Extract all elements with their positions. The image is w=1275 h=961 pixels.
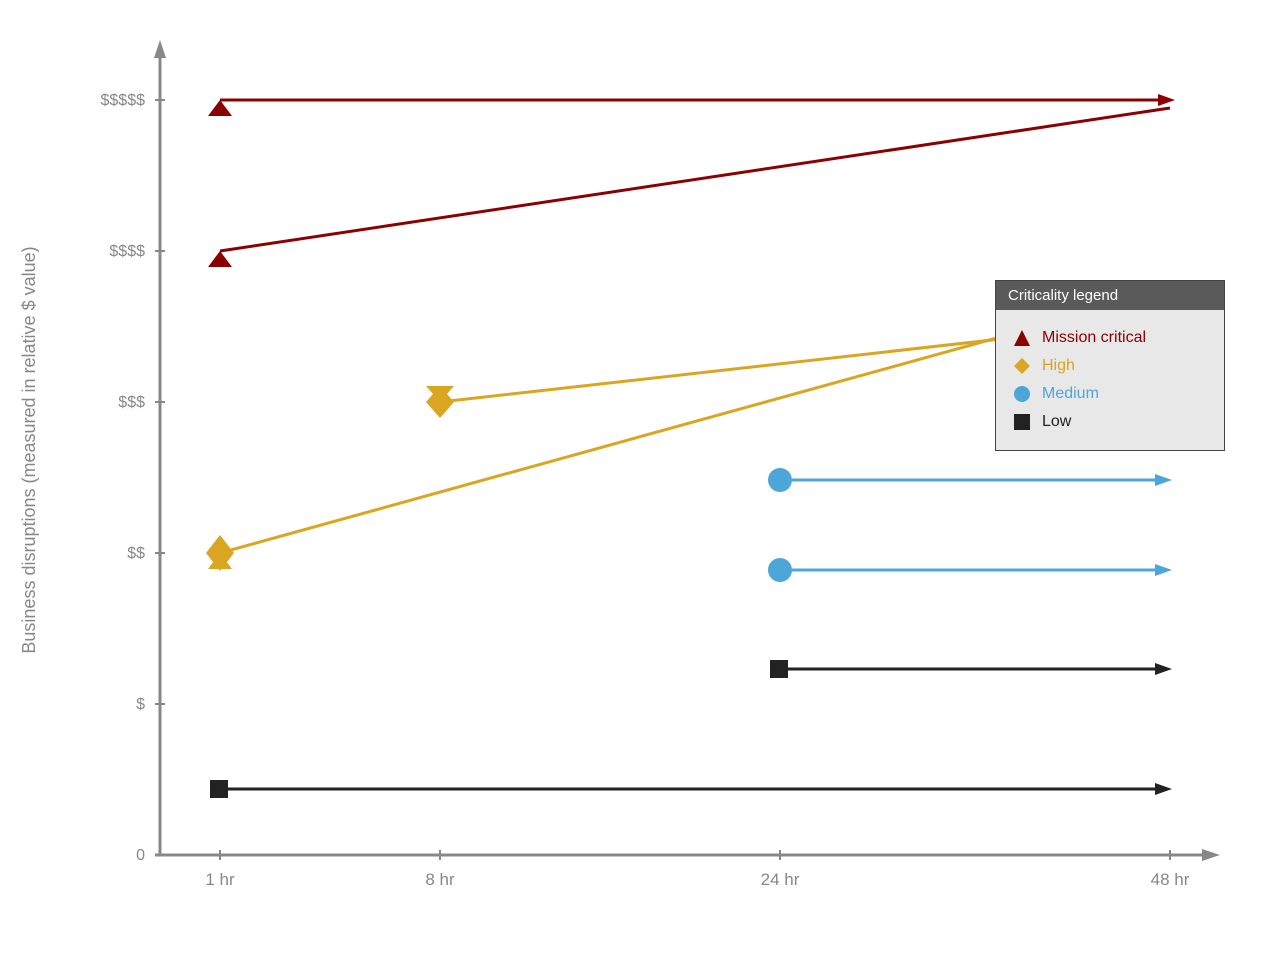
- mission-critical-line-2: [220, 108, 1170, 251]
- legend-item-medium: Medium: [1012, 384, 1208, 404]
- y-tick-4: $$$$: [109, 243, 145, 260]
- legend-body: Mission critical High Medium: [996, 310, 1224, 450]
- y-tick-2: $$: [127, 545, 145, 562]
- x-tick-24hr: 24 hr: [761, 870, 800, 889]
- legend-label-mission: Mission critical: [1042, 329, 1146, 347]
- medium-circle-1: [768, 468, 792, 492]
- low-icon: [1012, 412, 1032, 432]
- legend-label-low: Low: [1042, 413, 1071, 431]
- y-axis-label: Business disruptions (measured in relati…: [19, 246, 39, 653]
- legend-label-medium: Medium: [1042, 385, 1099, 403]
- legend-box: Criticality legend Mission critical High: [995, 280, 1225, 451]
- low-square-1: [770, 660, 788, 678]
- legend-title: Criticality legend: [996, 281, 1224, 310]
- main-chart: Business disruptions (measured in relati…: [0, 0, 1275, 961]
- x-tick-1hr: 1 hr: [205, 870, 235, 889]
- y-tick-1: $: [136, 696, 145, 713]
- legend-label-high: High: [1042, 357, 1075, 375]
- chart-container: Business disruptions (measured in relati…: [0, 0, 1275, 961]
- y-tick-5: $$$$$: [101, 92, 146, 109]
- medium-icon: [1012, 384, 1032, 404]
- mission-critical-icon: [1012, 328, 1032, 348]
- y-tick-3: $$$: [118, 394, 145, 411]
- legend-item-low: Low: [1012, 412, 1208, 432]
- mission-critical-marker-1: [208, 100, 232, 116]
- legend-item-high: High: [1012, 356, 1208, 376]
- medium-circle-2: [768, 558, 792, 582]
- x-tick-8hr: 8 hr: [425, 870, 455, 889]
- high-icon: [1012, 356, 1032, 376]
- legend-item-mission: Mission critical: [1012, 328, 1208, 348]
- mission-critical-marker-2: [208, 251, 232, 267]
- y-tick-0: 0: [136, 847, 145, 864]
- x-tick-48hr: 48 hr: [1151, 870, 1190, 889]
- low-square-2: [210, 780, 228, 798]
